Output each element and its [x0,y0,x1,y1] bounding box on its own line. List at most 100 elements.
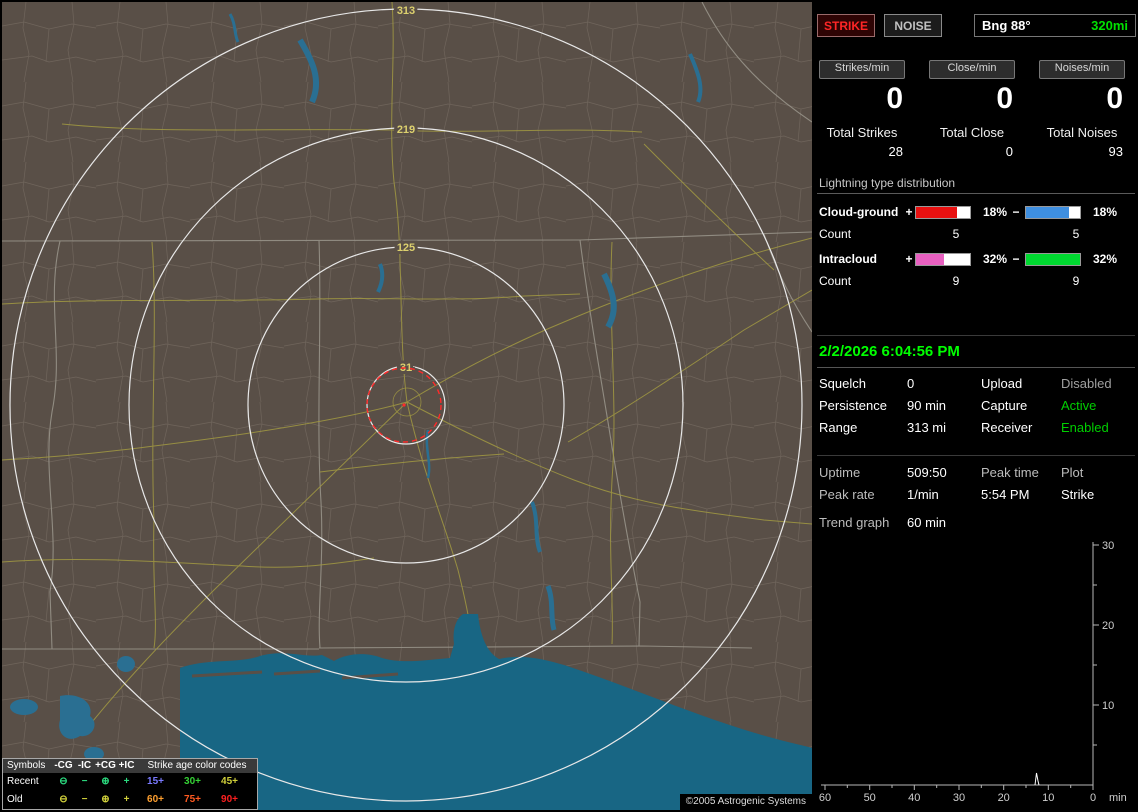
neg-ic-icon: − [81,794,88,805]
x-tick-40: 40 [908,792,920,804]
total-close-label: Total Close [939,125,1005,140]
legend-old-label: Old [7,794,23,805]
age-90: 90+ [221,794,238,805]
plus-sign: + [905,205,913,219]
total-strikes-value: 28 [888,144,903,159]
distribution-row-cloud-ground: Cloud-ground + 18% − 18% [817,205,1135,219]
range-ring-label: 219 [397,124,415,136]
receiver-marker [402,403,406,407]
pos-ic-icon: + [123,776,130,787]
status-section: 2/2/2026 6:04:56 PM Squelch 0 Upload Dis… [817,335,1135,435]
cloud-ground-label: Cloud-ground [819,205,899,219]
count-label: Count [819,227,852,241]
close-per-min-button[interactable]: Close/min [929,60,1015,79]
minus-sign: − [1012,252,1020,266]
cg-count-row: Count 5 5 [817,227,1135,241]
plot-label: Plot [1061,465,1084,480]
ic-minus-count: 9 [1072,274,1080,288]
age-30: 30+ [184,776,201,787]
trend-graph-label: Trend graph [819,515,890,530]
range-label: Range [819,420,858,435]
x-unit-label: min [1109,792,1127,804]
peak-rate-value: 1/min [907,487,939,502]
legend-col-neg-ic: -IC [77,760,92,771]
legend-header: Symbols -CG -IC +CG +IC Strike age color… [3,759,257,773]
receiver-label: Receiver [981,420,1033,435]
legend-col-pos-cg: +CG [95,760,116,771]
legend-age-title: Strike age color codes [147,760,247,771]
legend-col-pos-ic: +IC [118,760,135,771]
neg-cg-icon: ⊖ [59,794,68,805]
x-tick-60: 60 [819,792,831,804]
plus-sign: + [905,252,913,266]
divider [817,367,1135,368]
noises-per-min-value: 0 [1106,82,1123,115]
noise-mode-button[interactable]: NOISE [884,14,942,37]
ic-minus-bar [1025,252,1081,266]
distribution-row-intracloud: Intracloud + 32% − 32% [817,252,1135,266]
trend-graph: 30 20 10 60 50 40 30 20 10 0 min [819,540,1127,804]
control-panel: STRIKE NOISE Bng 88° 320mi Strikes/min C… [815,0,1138,812]
plot-value: Strike [1061,487,1095,502]
range-value: 313 mi [907,420,947,435]
y-tick-30: 30 [1102,540,1114,552]
persistence-label: Persistence [819,398,887,413]
capture-label: Capture [981,398,1028,413]
ic-minus-percent: 32% [1092,252,1117,266]
receiver-status: Enabled [1061,420,1109,435]
x-tick-20: 20 [998,792,1010,804]
bearing-range: 320mi [1091,18,1128,33]
age-60: 60+ [147,794,164,805]
noises-per-min-button[interactable]: Noises/min [1039,60,1125,79]
total-close-value: 0 [1005,144,1013,159]
range-ring-label: 125 [397,242,415,254]
uptime-label: Uptime [819,465,861,480]
ic-count-row: Count 9 9 [817,274,1135,288]
squelch-value: 0 [907,376,915,391]
persistence-value: 90 min [907,398,947,413]
y-tick-10: 10 [1102,700,1114,712]
map-legend: Symbols -CG -IC +CG +IC Strike age color… [2,758,258,810]
neg-ic-icon: − [81,776,88,787]
cg-plus-bar [915,205,971,219]
pos-cg-icon: ⊕ [101,794,110,805]
total-noises-label: Total Noises [1046,125,1118,140]
cg-plus-percent: 18% [982,205,1007,219]
neg-cg-icon: ⊖ [59,776,68,787]
cg-minus-count: 5 [1072,227,1080,241]
upload-status: Disabled [1061,376,1112,391]
legend-col-neg-cg: -CG [54,760,73,771]
peak-rate-label: Peak rate [819,487,875,502]
age-75: 75+ [184,794,201,805]
distribution-title: Lightning type distribution [817,176,1135,194]
trend-spike [1034,772,1040,786]
strike-mode-button[interactable]: STRIKE [817,14,875,37]
minus-sign: − [1012,205,1020,219]
strikes-per-min-button[interactable]: Strikes/min [819,60,905,79]
strikes-per-min-value: 0 [886,82,903,115]
legend-row-old: Old ⊖ − ⊕ + 60+ 75+ 90+ [3,791,257,809]
x-tick-50: 50 [864,792,876,804]
x-tick-10: 10 [1042,792,1054,804]
x-tick-30: 30 [953,792,965,804]
x-tick-0: 0 [1090,792,1096,804]
upload-label: Upload [981,376,1023,391]
legend-symbols-header: Symbols [7,760,46,771]
bearing-display: Bng 88° 320mi [974,14,1136,37]
cg-minus-percent: 18% [1092,205,1117,219]
legend-recent-label: Recent [7,776,39,787]
pos-ic-icon: + [123,794,130,805]
legend-row-recent: Recent ⊖ − ⊕ + 15+ 30+ 45+ [3,773,257,791]
lightning-map: 313 219 125 31 [2,2,812,810]
trend-section: Uptime 509:50 Peak time Plot Peak rate 1… [817,455,1135,530]
range-ring-label: 313 [397,5,415,17]
uptime-value: 509:50 [907,465,947,480]
datetime-display: 2/2/2026 6:04:56 PM [819,343,960,360]
ic-plus-bar [915,252,971,266]
total-strikes-label: Total Strikes [826,125,898,140]
total-noises-value: 93 [1108,144,1123,159]
cg-minus-bar [1025,205,1081,219]
map-view[interactable]: 313 219 125 31 Symbols -CG -IC +CG +IC S… [2,2,812,810]
count-label: Count [819,274,852,288]
cg-plus-count: 5 [952,227,960,241]
